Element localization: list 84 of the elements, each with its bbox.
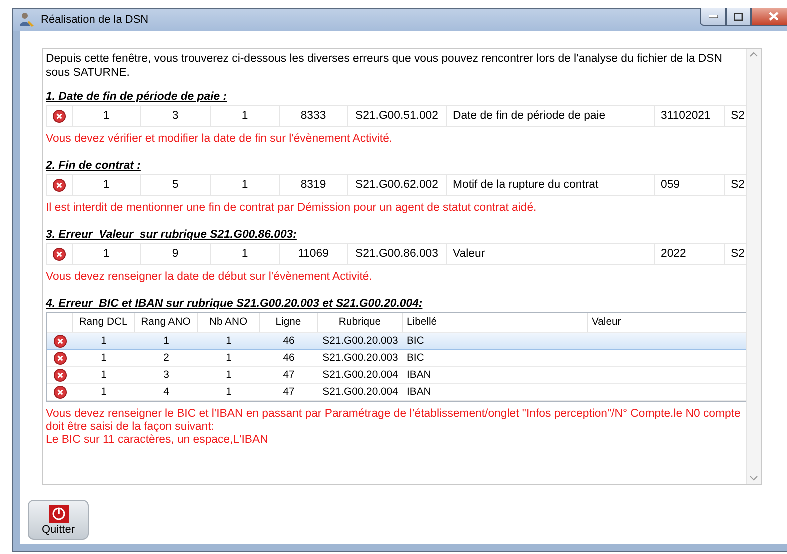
table-cell-text: IBAN — [406, 368, 432, 382]
table-cell: 8319 — [280, 175, 348, 195]
table-cell: S21.G00.51.002 — [348, 106, 447, 126]
maximize-button[interactable] — [726, 8, 751, 26]
table-cell: Valeur — [447, 244, 655, 264]
error-icon — [53, 110, 66, 122]
table-cell-text: 47 — [282, 386, 296, 400]
scrollbar[interactable] — [746, 49, 761, 484]
scroll-down-icon — [750, 476, 758, 481]
table-cell-text: 1 — [225, 352, 233, 366]
table-cell: 5 — [141, 175, 211, 195]
table-cell: 1 — [211, 106, 280, 126]
table-cell: 1 — [73, 106, 141, 126]
table-cell: 1 — [211, 175, 280, 195]
column-header[interactable]: Rubrique — [318, 313, 403, 332]
table-cell: 9 — [141, 244, 211, 264]
table-cell-text: BIC — [406, 352, 426, 366]
table-cell-text: 1 — [225, 368, 233, 382]
error-message: Vous devez renseigner le BIC et l'IBAN en passant par Paramétrage de l’établissement/onglet "Infos perception"/N° Compte.le N0 compte doit être saisi de la façon suivant: Le BIC sur 11 caractères, un espace,L'IBAN — [46, 408, 742, 447]
table-cell-text: BIC — [406, 334, 426, 348]
error-icon — [54, 334, 66, 348]
table-cell: 059 — [655, 175, 725, 195]
table-cell-text: 1 — [100, 334, 108, 348]
scroll-up-icon — [750, 52, 758, 57]
table-cell: 11069 — [280, 244, 348, 264]
minimize-icon — [708, 15, 718, 18]
section-heading: 4. Erreur BIC et IBAN sur rubrique S21.G00.20.003 et S21.G00.20.004: — [46, 298, 424, 310]
table-cell-text: S21.G00.20.003 — [322, 352, 400, 366]
table-cell-text: 4 — [162, 386, 170, 400]
table-cell: 1 — [73, 244, 141, 264]
window-title: Réalisation de la DSN — [41, 14, 149, 26]
error-icon — [54, 386, 66, 398]
table-cell-text: S21.G00.20.004 — [322, 386, 400, 400]
table-cell: Date de fin de période de paie — [447, 106, 655, 126]
table-cell-text: 1 — [100, 352, 108, 366]
intro-text: Depuis cette fenêtre, vous trouverez ci-dessous les diverses erreurs que vous pouvez rencontrer lors de l'analyse du fichier de la DSN sous SATURNE. — [46, 52, 724, 80]
column-header[interactable]: Rang ANO — [135, 313, 198, 332]
table-cell: Motif de la rupture du contrat — [447, 175, 655, 195]
maximize-icon — [734, 12, 743, 20]
table-cell: 1 — [73, 175, 141, 195]
table-row[interactable]: 1 3 1 47 S21.G00.20.004 IBAN — [47, 367, 746, 384]
table-cell-text: 1 — [100, 386, 108, 400]
table-cell-text: S21.G00.20.003 — [322, 334, 400, 348]
table-cell-text: 1 — [225, 334, 233, 348]
table-cell-text: 1 — [100, 368, 108, 382]
error-icon — [54, 368, 66, 382]
table-cell: 31102021 — [655, 106, 725, 126]
table-cell-text: 46 — [282, 352, 296, 366]
table-cell-text: S21.G00.20.004 — [322, 368, 400, 382]
power-icon — [48, 504, 68, 522]
column-header[interactable]: Ligne — [260, 313, 318, 332]
table-row[interactable]: 1 2 1 46 S21.G00.20.003 BIC — [47, 350, 746, 367]
table-cell: 2022 — [655, 244, 725, 264]
table-cell-text: 47 — [282, 368, 296, 382]
section-heading: 1. Date de fin de période de paie : — [46, 91, 228, 103]
error-message: Il est interdit de mentionner une fin de contrat par Démission pour un agent de statut contrat aidé. — [46, 202, 538, 215]
minimize-button[interactable] — [700, 8, 726, 26]
table-row[interactable]: 1 4 1 47 S21.G00.20.004 IBAN — [47, 384, 746, 401]
table-cell-text: IBAN — [406, 386, 432, 400]
error-icon — [54, 352, 66, 364]
column-header[interactable]: Libellé — [403, 313, 588, 332]
error-message: Vous devez vérifier et modifier la date de fin sur l'évènement Activité. — [46, 133, 394, 146]
column-header[interactable]: Nb ANO — [198, 313, 260, 332]
error-icon — [53, 248, 66, 260]
section-heading: 3. Erreur Valeur sur rubrique S21.G00.86.003: — [46, 229, 298, 241]
table-cell-text: 1 — [225, 386, 233, 400]
error-message: Vous devez renseigner la date de début sur l'évènement Activité. — [46, 271, 374, 284]
table-cell: 3 — [141, 106, 211, 126]
table-cell: S21.G00.86.003 — [348, 244, 447, 264]
table-cell-text: 2 — [162, 352, 170, 366]
close-button[interactable] — [751, 8, 787, 26]
close-icon — [768, 12, 778, 21]
column-header[interactable]: Rang DCL — [73, 313, 135, 332]
table-cell-text: 1 — [162, 334, 170, 348]
table-cell-text: 46 — [282, 334, 296, 348]
table-row[interactable]: 1 1 1 46 S21.G00.20.003 BIC — [47, 333, 746, 350]
table-cell: S21.G00.62.002 — [348, 175, 447, 195]
table-cell-text: 3 — [162, 368, 170, 382]
table-cell: 1 — [211, 244, 280, 264]
table-cell: 8333 — [280, 106, 348, 126]
section-heading: 2. Fin de contrat : — [46, 160, 142, 172]
user-icon — [19, 12, 35, 28]
error-icon — [53, 178, 66, 192]
quit-button[interactable]: Quitter — [28, 500, 89, 540]
